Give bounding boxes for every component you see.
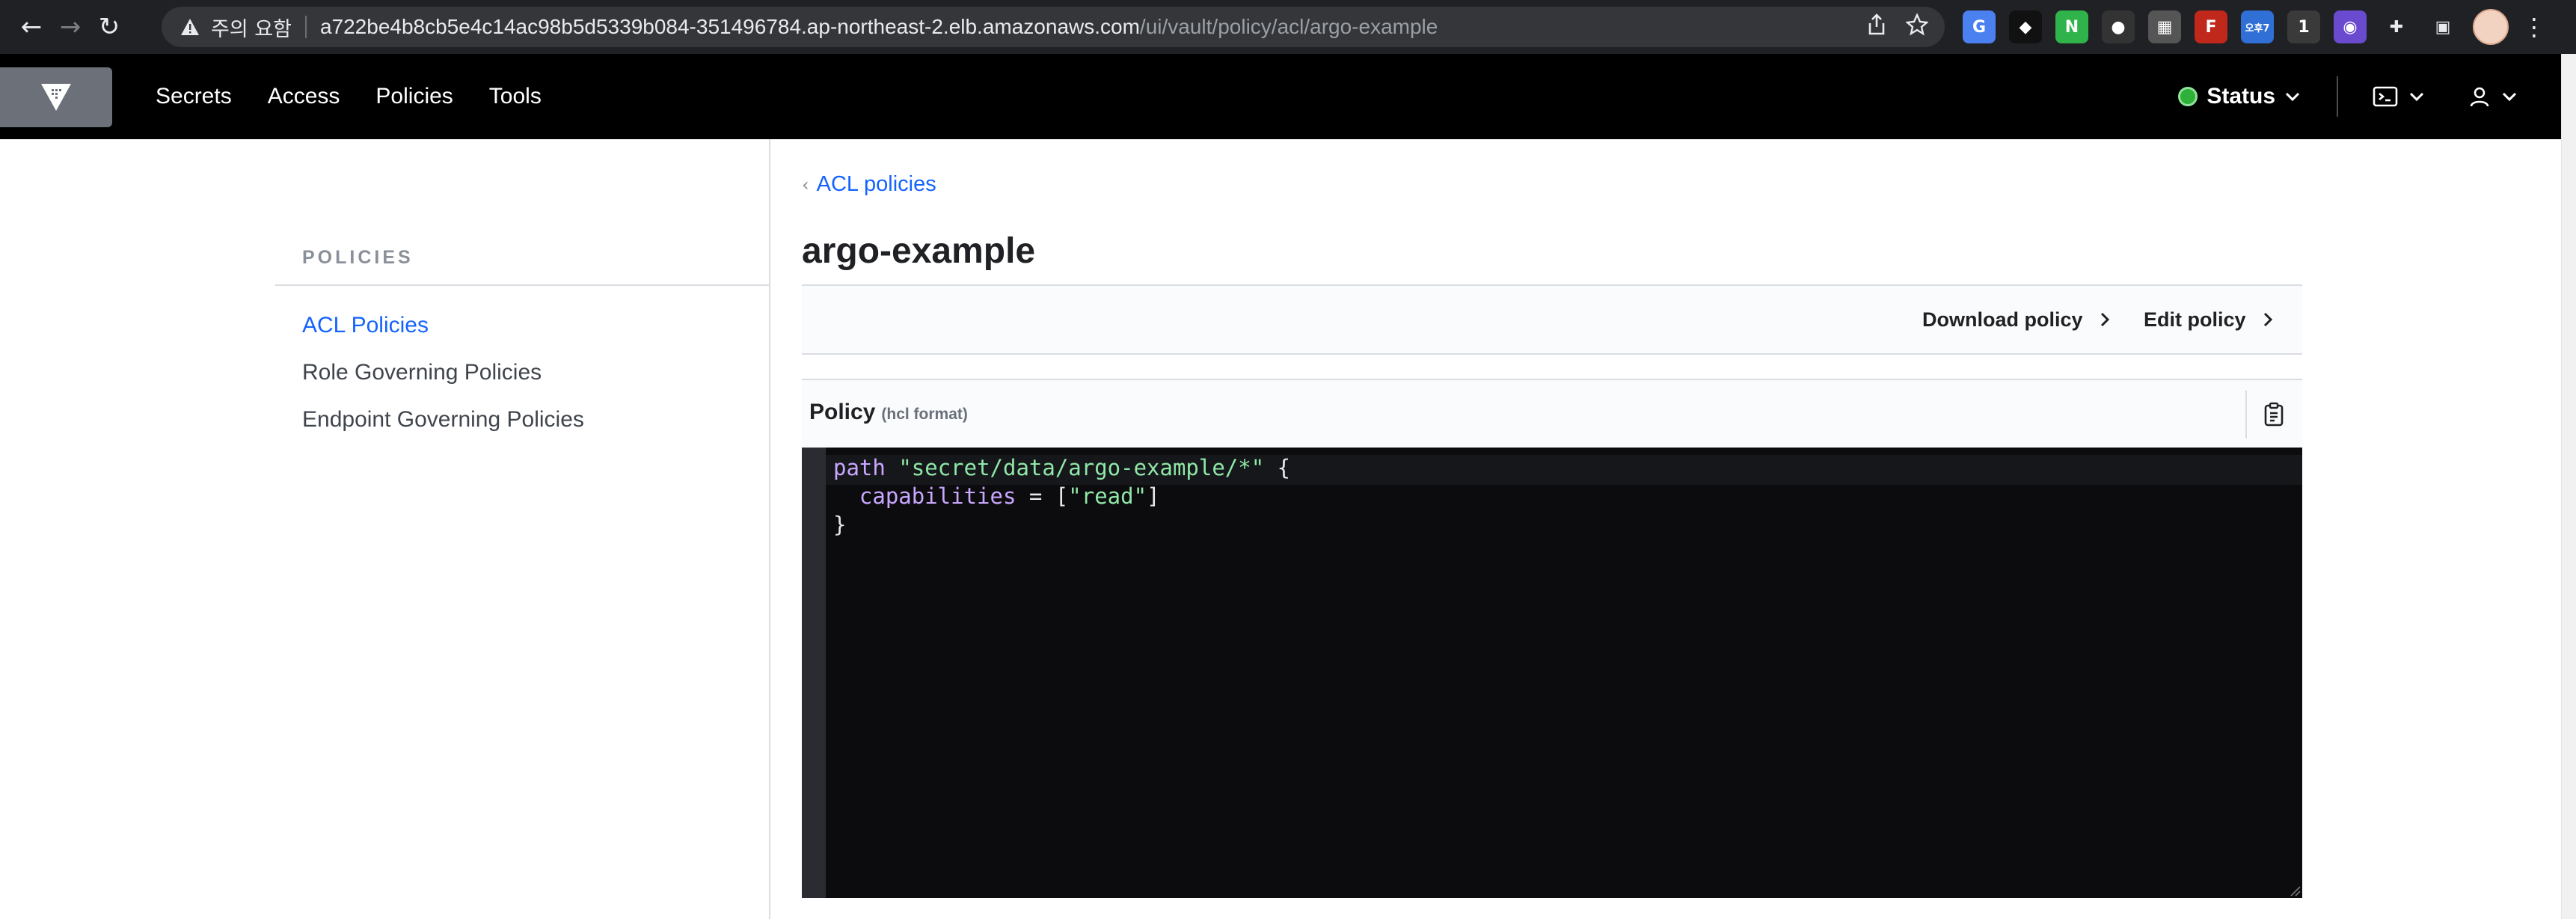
chevron-right-icon [2100,312,2109,327]
header-divider [2337,76,2338,117]
page-title: argo-example [802,231,1036,271]
console-menu-button[interactable] [2373,85,2425,108]
extension-n-icon[interactable]: N [2055,10,2088,43]
code-capability-string: "read" [1068,483,1147,509]
security-label[interactable]: 주의 요함 [211,13,292,42]
breadcrumb-link[interactable]: ACL policies [817,172,936,197]
share-icon[interactable] [1867,13,1886,41]
code-keyword: path [833,455,886,480]
nav-tools[interactable]: Tools [489,84,542,109]
extension-dark-icon[interactable]: ◆ [2009,10,2042,43]
download-policy-button[interactable]: Download policy [1922,286,2110,353]
chevron-down-icon [2285,92,2300,102]
policy-format: (hcl format) [881,406,968,423]
extension-badge-icon[interactable]: 1 [2287,10,2320,43]
nav-policies[interactable]: Policies [375,84,453,109]
address-bar[interactable]: 주의 요함 a722be4b8cb5e4c14ac98b5d5339b084-3… [162,7,1945,47]
main-nav: Secrets Access Policies Tools [156,54,577,139]
qr-code-icon[interactable]: ▦ [2148,10,2181,43]
code-path-string: "secret/data/argo-example/*" [898,455,1265,480]
clipboard-icon [2264,402,2284,427]
sidebar-item-acl-policies[interactable]: ACL Policies [302,313,429,338]
chevron-right-icon [2263,312,2272,327]
bookmark-star-icon[interactable] [1905,12,1929,41]
code-brace-close: } [833,512,847,537]
policy-header: Policy (hcl format) [802,379,2302,449]
code-brace-open: { [1277,455,1291,480]
google-translate-icon[interactable]: G [1963,10,1996,43]
calendar-ext-icon[interactable]: 오후7 [2241,10,2274,43]
browser-menu-icon[interactable]: ⋮ [2522,13,2546,41]
resize-grip-icon[interactable] [2289,885,2301,897]
extensions-puzzle-icon[interactable]: ✚ [2380,10,2413,43]
extension-color-icon[interactable]: ◉ [2334,10,2367,43]
nav-secrets[interactable]: Secrets [156,84,232,109]
sidebar-item-role-governing-policies[interactable]: Role Governing Policies [302,360,542,385]
nav-access[interactable]: Access [268,84,340,109]
sidebar-border [769,139,770,919]
chevron-down-icon [2409,92,2424,102]
editor-gutter [802,448,826,898]
forward-button[interactable]: → [54,10,87,43]
edit-policy-label: Edit policy [2144,308,2246,331]
user-menu-button[interactable] [2468,85,2518,108]
code-operator: = [ [1028,483,1069,509]
sidebar-title: POLICIES [302,247,414,268]
edit-policy-button[interactable]: Edit policy [2144,286,2273,353]
side-panel-icon[interactable]: ▣ [2426,10,2459,43]
warning-icon[interactable] [180,16,200,37]
url-host[interactable]: a722be4b8cb5e4c14ac98b5d5339b084-3514967… [320,15,1140,39]
download-policy-label: Download policy [1922,308,2083,331]
policy-label-wrap: Policy (hcl format) [809,400,968,425]
policy-code[interactable]: path "secret/data/argo-example/*" { capa… [833,454,1290,539]
policy-label: Policy [809,400,876,424]
back-button[interactable]: ← [15,10,48,43]
address-separator [304,16,307,38]
code-bracket-close: ] [1147,483,1160,509]
policy-code-editor[interactable]: path "secret/data/argo-example/*" { capa… [802,448,2302,898]
sidebar-divider [275,284,769,286]
copy-policy-button[interactable] [2245,391,2302,439]
chevron-left-icon: ‹ [802,174,809,195]
status-menu-button[interactable]: Status [2178,84,2301,109]
status-label: Status [2207,84,2275,109]
policy-toolbar: Download policy Edit policy [802,284,2302,355]
extension-f-icon[interactable]: F [2195,10,2227,43]
profile-avatar[interactable] [2473,9,2509,45]
extensions-bar: G ◆ N ● ▦ F 오후7 1 ◉ ✚ ▣ ⋮ [1963,9,2546,45]
sidebar-item-endpoint-governing-policies[interactable]: Endpoint Governing Policies [302,407,584,433]
terminal-icon [2373,86,2398,107]
reload-button[interactable]: ↻ [93,10,126,43]
url-path[interactable]: /ui/vault/policy/acl/argo-example [1140,15,1438,39]
code-property: capabilities [859,483,1016,509]
vault-logo-button[interactable] [0,67,112,127]
status-indicator-icon [2178,87,2198,106]
extension-circle-icon[interactable]: ● [2102,10,2135,43]
browser-toolbar: ← → ↻ 주의 요함 a722be4b8cb5e4c14ac98b5d5339… [0,0,2576,54]
page-scrollbar[interactable] [2561,54,2576,919]
user-icon [2470,87,2489,107]
vault-logo-icon [41,84,71,111]
breadcrumb[interactable]: ‹ ACL policies [802,172,936,197]
app-header: Secrets Access Policies Tools Status [0,54,2561,139]
chevron-down-icon [2502,92,2517,102]
